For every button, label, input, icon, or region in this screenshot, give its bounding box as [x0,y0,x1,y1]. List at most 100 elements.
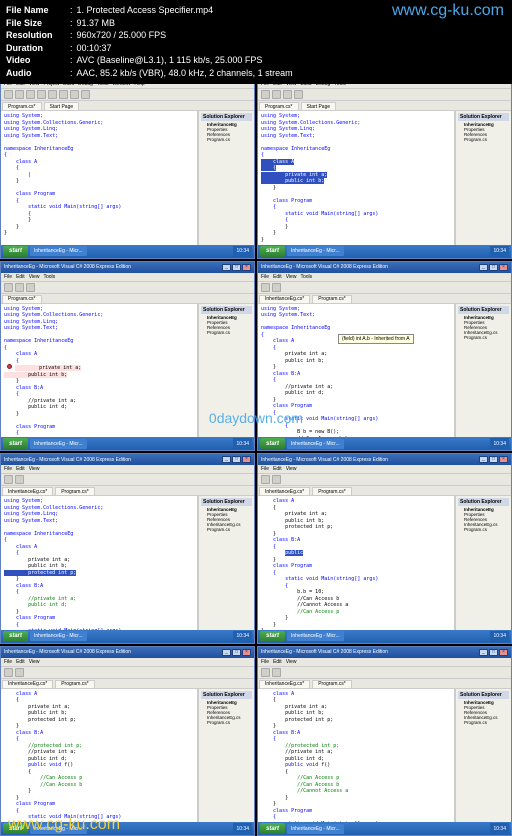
solution-explorer[interactable]: Solution Explorer InheritanceEg Properti… [198,496,254,630]
menu-file[interactable]: File [261,274,269,280]
close-icon[interactable]: × [499,649,508,656]
tab-start[interactable]: Start Page [44,102,80,110]
new-icon[interactable] [4,475,13,484]
start-button[interactable]: start [260,823,285,834]
menu-tools[interactable]: Tools [43,274,55,280]
tab-inheritance[interactable]: InheritanceEg.cs* [2,680,53,688]
menu-file[interactable]: File [4,659,12,665]
task-item[interactable]: InheritanceEg - Micr... [30,246,87,256]
paste-icon[interactable] [59,90,68,99]
tree-file-prog[interactable]: Program.cs [201,720,252,725]
menu-view[interactable]: View [29,466,40,472]
close-icon[interactable]: × [242,264,251,271]
window-titlebar[interactable]: InheritanceEg - Microsoft Visual C# 2008… [1,454,254,465]
save-icon[interactable] [283,90,292,99]
menu-file[interactable]: File [261,466,269,472]
copy-icon[interactable] [48,90,57,99]
solution-explorer[interactable]: Solution Explorer InheritanceEg Properti… [198,111,254,245]
window-titlebar[interactable]: InheritanceEg - Microsoft Visual C# 2008… [1,647,254,658]
save-icon[interactable] [15,475,24,484]
start-button[interactable]: start [260,438,285,449]
run-icon[interactable] [26,283,35,292]
save-icon[interactable] [15,283,24,292]
menu-edit[interactable]: Edit [16,659,25,665]
tree-file-prog[interactable]: Program.cs [458,527,509,532]
code-editor[interactable]: class A { private int a; public int b; p… [1,689,198,823]
system-tray[interactable]: 10:34 [233,246,252,257]
solution-explorer[interactable]: Solution Explorer InheritanceEg Properti… [455,689,511,823]
maximize-icon[interactable]: □ [232,456,241,463]
menu-edit[interactable]: Edit [16,466,25,472]
code-editor[interactable]: using System; using System.Collections.G… [1,111,198,245]
menu-view[interactable]: View [286,659,297,665]
run-icon[interactable] [294,90,303,99]
tree-program[interactable]: Program.cs [458,137,509,142]
task-item[interactable]: InheritanceEg - Micr... [30,631,87,641]
start-button[interactable]: start [3,438,28,449]
tab-program[interactable]: Program.cs* [55,680,95,688]
menu-edit[interactable]: Edit [16,274,25,280]
minimize-icon[interactable]: _ [479,649,488,656]
task-item[interactable]: InheritanceEg - Micr... [287,824,344,834]
tab-inheritance[interactable]: InheritanceEg.cs* [259,680,310,688]
save-icon[interactable] [26,90,35,99]
start-button[interactable]: start [3,246,28,257]
task-item[interactable]: InheritanceEg - Micr... [287,246,344,256]
new-icon[interactable] [261,90,270,99]
menu-view[interactable]: View [286,466,297,472]
save-icon[interactable] [272,283,281,292]
open-icon[interactable] [272,90,281,99]
tree-program[interactable]: Program.cs [201,330,252,335]
solution-explorer[interactable]: Solution Explorer InheritanceEg Properti… [455,111,511,245]
new-icon[interactable] [4,668,13,677]
cut-icon[interactable] [37,90,46,99]
tab-inheritance[interactable]: InheritanceEg.cs* [2,487,53,495]
new-icon[interactable] [261,668,270,677]
new-icon[interactable] [261,475,270,484]
maximize-icon[interactable]: □ [489,264,498,271]
code-editor[interactable]: using System; using System.Collections.G… [258,111,455,245]
code-editor[interactable]: using System; using System.Collections.G… [1,496,198,630]
new-icon[interactable] [4,90,13,99]
menu-edit[interactable]: Edit [273,274,282,280]
menu-view[interactable]: View [29,659,40,665]
system-tray[interactable]: 10:34 [233,823,252,834]
save-icon[interactable] [272,475,281,484]
start-button[interactable]: start [260,631,285,642]
tab-program[interactable]: Program.cs* [259,102,299,110]
tree-file-prog[interactable]: Program.cs [458,335,509,340]
menu-edit[interactable]: Edit [273,466,282,472]
window-titlebar[interactable]: InheritanceEg - Microsoft Visual C# 2008… [1,262,254,273]
solution-explorer[interactable]: Solution Explorer InheritanceEg Properti… [455,496,511,630]
menu-file[interactable]: File [261,659,269,665]
system-tray[interactable]: 10:34 [490,438,509,449]
tab-program[interactable]: Program.cs* [2,295,42,303]
task-item[interactable]: InheritanceEg - Micr... [287,439,344,449]
minimize-icon[interactable]: _ [222,456,231,463]
minimize-icon[interactable]: _ [222,264,231,271]
tab-program[interactable]: Program.cs* [312,680,352,688]
tab-inheritance[interactable]: InheritanceEg.cs* [259,487,310,495]
menu-tools[interactable]: Tools [300,274,312,280]
tree-file-prog[interactable]: Program.cs [201,527,252,532]
close-icon[interactable]: × [499,456,508,463]
run-icon[interactable] [81,90,90,99]
save-icon[interactable] [15,668,24,677]
menu-view[interactable]: View [286,274,297,280]
minimize-icon[interactable]: _ [479,264,488,271]
system-tray[interactable]: 10:34 [233,631,252,642]
tab-program[interactable]: Program.cs* [2,102,42,110]
undo-icon[interactable] [70,90,79,99]
start-button[interactable]: start [3,631,28,642]
system-tray[interactable]: 10:34 [490,631,509,642]
menu-file[interactable]: File [4,274,12,280]
tab-start[interactable]: Start Page [301,102,337,110]
minimize-icon[interactable]: _ [222,649,231,656]
menu-edit[interactable]: Edit [273,659,282,665]
tree-program[interactable]: Program.cs [201,137,252,142]
system-tray[interactable]: 10:34 [490,246,509,257]
maximize-icon[interactable]: □ [489,456,498,463]
start-button[interactable]: start [260,246,285,257]
window-titlebar[interactable]: InheritanceEg - Microsoft Visual C# 2008… [258,454,511,465]
system-tray[interactable]: 10:34 [490,823,509,834]
